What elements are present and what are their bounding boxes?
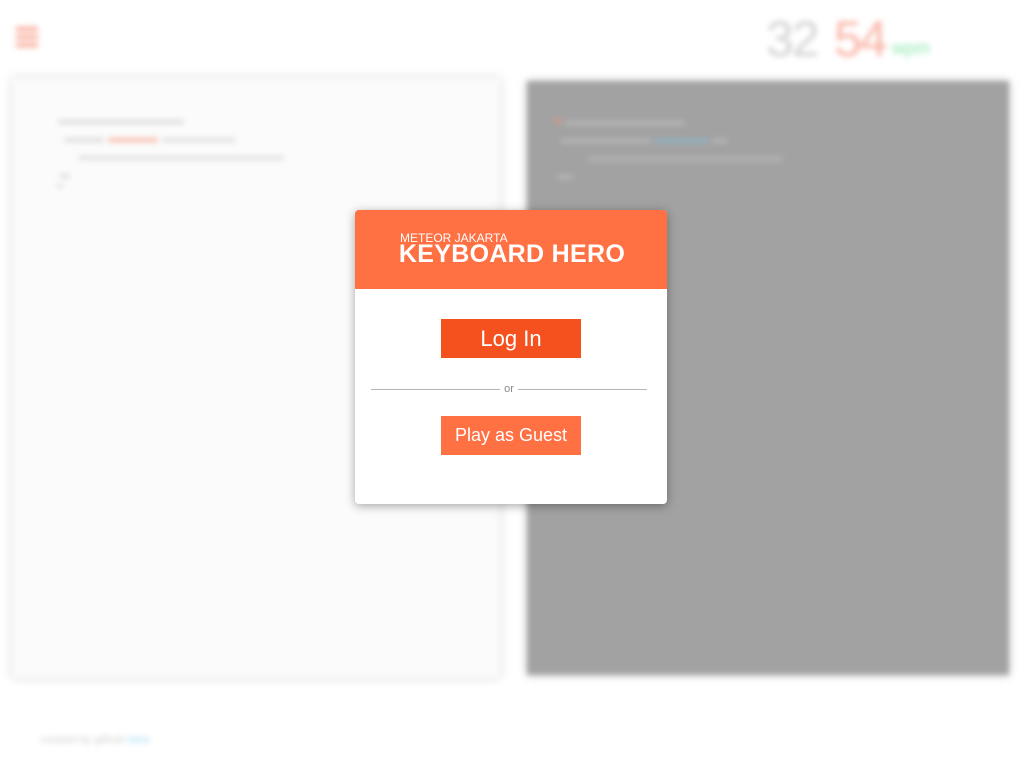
app-title: KEYBOARD HERO	[398, 240, 626, 268]
divider-label: or	[504, 383, 514, 395]
login-button[interactable]: Log In	[441, 319, 581, 358]
play-as-guest-button[interactable]: Play as Guest	[441, 416, 581, 455]
modal-header: METEOR JAKARTA KEYBOARD HERO	[355, 210, 667, 289]
login-modal: METEOR JAKARTA KEYBOARD HERO Log In or P…	[355, 210, 667, 504]
divider-line-right	[518, 389, 647, 390]
or-divider: or	[371, 382, 647, 396]
divider-line-left	[371, 389, 500, 390]
